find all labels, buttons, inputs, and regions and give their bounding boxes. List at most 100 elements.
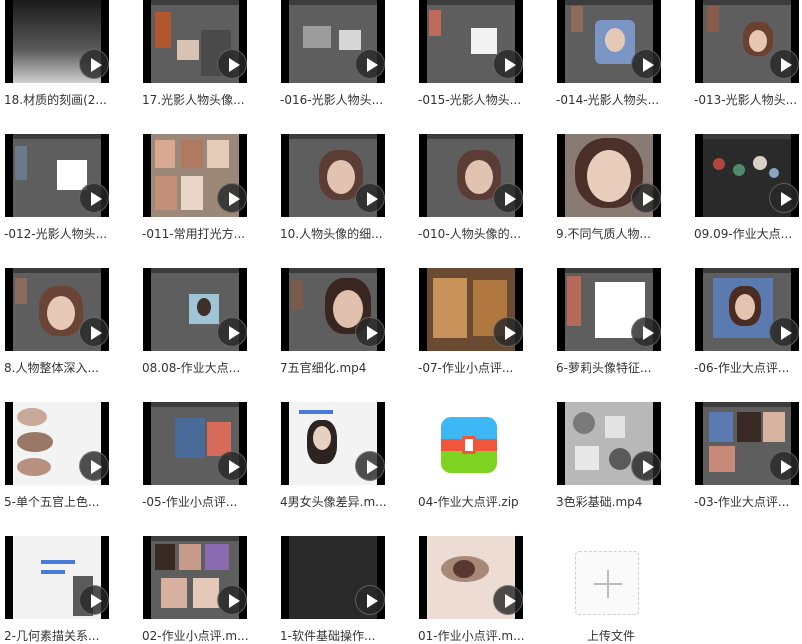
file-name: -011-常用打光方... [142,227,246,241]
file-tile[interactable]: 3色彩基础.mp4 [552,402,690,527]
file-tile[interactable]: 18.材质的刻画(2... [0,0,138,125]
video-thumbnail [419,536,523,619]
file-tile[interactable]: 10.人物头像的细... [276,134,414,259]
play-icon[interactable] [79,49,109,79]
file-tile[interactable]: 4男女头像差异.m... [276,402,414,527]
play-icon[interactable] [79,451,109,481]
file-name: 17.光影人物头像... [142,93,245,107]
file-name: 9.不同气质人物... [556,227,651,241]
play-icon[interactable] [79,585,109,615]
file-tile[interactable]: 08.08-作业大点... [138,268,276,393]
play-icon[interactable] [493,585,523,615]
file-tile[interactable]: -03-作业大点评... [690,402,802,527]
file-tile[interactable]: 2-几何素描关系... [0,536,138,644]
file-tile[interactable]: 6-萝莉头像特征... [552,268,690,393]
video-thumbnail [695,134,799,217]
play-icon[interactable] [769,451,799,481]
play-icon[interactable] [355,317,385,347]
file-name: -06-作业大点评... [694,361,790,375]
play-icon[interactable] [355,585,385,615]
file-name: 04-作业大点评.zip [418,495,519,509]
file-name: -05-作业小点评... [142,495,238,509]
video-thumbnail [695,402,799,485]
file-tile[interactable]: 7五官细化.mp4 [276,268,414,393]
file-name: 2-几何素描关系... [4,629,100,643]
play-icon[interactable] [493,183,523,213]
play-icon[interactable] [769,183,799,213]
play-icon[interactable] [217,317,247,347]
upload-label: 上传文件 [586,629,635,643]
video-thumbnail [5,0,109,83]
play-icon[interactable] [79,183,109,213]
file-tile[interactable]: -016-光影人物头... [276,0,414,125]
file-name: -016-光影人物头... [280,93,384,107]
file-tile[interactable]: -012-光影人物头... [0,134,138,259]
video-thumbnail [281,268,385,351]
play-icon[interactable] [493,317,523,347]
file-name: -014-光影人物头... [556,93,660,107]
file-tile[interactable]: -015-光影人物头... [414,0,552,125]
video-thumbnail [143,134,247,217]
file-tile[interactable]: -011-常用打光方... [138,134,276,259]
plus-icon[interactable] [575,551,639,615]
file-tile[interactable]: -05-作业小点评... [138,402,276,527]
video-thumbnail [5,402,109,485]
file-name: -013-光影人物头... [694,93,798,107]
play-icon[interactable] [631,451,661,481]
file-tile[interactable]: 02-作业小点评.m... [138,536,276,644]
file-name: -07-作业小点评... [418,361,514,375]
video-thumbnail [143,268,247,351]
file-tile[interactable]: 9.不同气质人物... [552,134,690,259]
file-name: 01-作业小点评.m... [418,629,525,643]
video-thumbnail [281,0,385,83]
file-tile[interactable]: -06-作业大点评... [690,268,802,393]
video-thumbnail [5,268,109,351]
play-icon[interactable] [631,317,661,347]
file-name: -012-光影人物头... [4,227,108,241]
play-icon[interactable] [217,183,247,213]
play-icon[interactable] [79,317,109,347]
play-icon[interactable] [769,317,799,347]
play-icon[interactable] [355,183,385,213]
file-name: 7五官细化.mp4 [280,361,367,375]
play-icon[interactable] [631,49,661,79]
file-tile[interactable]: -07-作业小点评... [414,268,552,393]
file-tile[interactable]: 8.人物整体深入... [0,268,138,393]
file-name: 6-萝莉头像特征... [556,361,652,375]
play-icon[interactable] [217,451,247,481]
video-thumbnail [557,402,661,485]
play-icon[interactable] [217,49,247,79]
video-thumbnail [419,268,523,351]
file-name: 18.材质的刻画(2... [4,93,107,107]
file-tile[interactable]: 09.09-作业大点... [690,134,802,259]
play-icon[interactable] [493,49,523,79]
file-tile[interactable]: 17.光影人物头像... [138,0,276,125]
file-grid: 18.材质的刻画(2... 17.光影人物头像... -016-光影人物头... [0,0,802,644]
play-icon[interactable] [355,451,385,481]
file-tile[interactable]: -010-人物头像的... [414,134,552,259]
video-thumbnail [419,0,523,83]
video-thumbnail [557,134,661,217]
upload-tile[interactable]: 上传文件 [552,536,690,644]
file-name: -015-光影人物头... [418,93,522,107]
file-name: 8.人物整体深入... [4,361,99,375]
video-thumbnail [281,402,385,485]
file-name: -010-人物头像的... [418,227,522,241]
file-name: 09.09-作业大点... [694,227,793,241]
video-thumbnail [695,268,799,351]
file-tile[interactable]: -013-光影人物头... [690,0,802,125]
file-name: -03-作业大点评... [694,495,790,509]
play-icon[interactable] [631,183,661,213]
play-icon[interactable] [217,585,247,615]
video-thumbnail [5,536,109,619]
video-thumbnail [143,536,247,619]
play-icon[interactable] [769,49,799,79]
play-icon[interactable] [355,49,385,79]
file-tile[interactable]: 04-作业大点评.zip [414,402,552,527]
file-tile[interactable]: -014-光影人物头... [552,0,690,125]
file-tile[interactable]: 1-软件基础操作... [276,536,414,644]
file-tile[interactable]: 5-单个五官上色... [0,402,138,527]
file-tile[interactable]: 01-作业小点评.m... [414,536,552,644]
video-thumbnail [419,134,523,217]
video-thumbnail [281,536,385,619]
